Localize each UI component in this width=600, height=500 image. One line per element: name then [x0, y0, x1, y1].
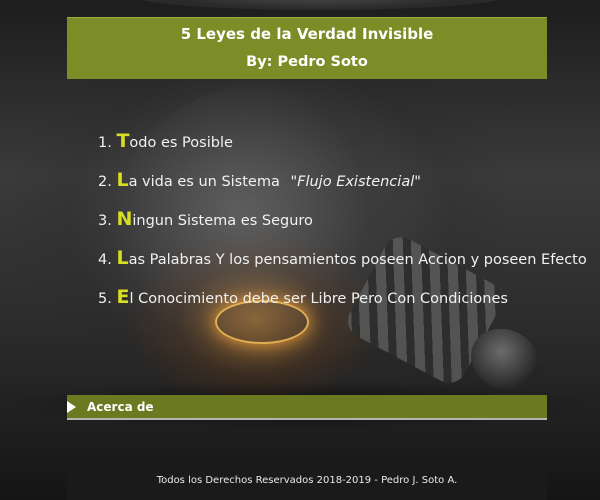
page-header: 5 Leyes de la Verdad Invisible By: Pedro…: [67, 17, 547, 79]
list-item: 3. Ningun Sistema es Seguro: [98, 204, 587, 243]
list-item-number: 2.: [98, 174, 112, 190]
list-item-text: odo es Posible: [129, 135, 233, 151]
copyright-text: Todos los Derechos Reservados 2018-2019 …: [156, 475, 458, 486]
page-footer: Todos los Derechos Reservados 2018-2019 …: [67, 462, 547, 500]
about-toggle[interactable]: Acerca de: [67, 395, 547, 420]
list-item-quote: "Flujo Existencial": [290, 174, 421, 190]
list-item-text: l Conocimiento debe ser Libre Pero Con C…: [129, 291, 508, 307]
list-item-text: ingun Sistema es Seguro: [132, 213, 313, 229]
laws-list: 1. Todo es Posible 2. La vida es un Sist…: [98, 126, 587, 321]
author-byline: By: Pedro Soto: [246, 54, 368, 70]
list-item-number: 1.: [98, 135, 112, 151]
page-title: 5 Leyes de la Verdad Invisible: [180, 25, 434, 43]
list-item-initial: T: [116, 130, 130, 152]
list-item-number: 5.: [98, 291, 112, 307]
list-item: 2. La vida es un Sistema "Flujo Existenc…: [98, 165, 587, 204]
list-item-number: 4.: [98, 252, 112, 268]
list-item-initial: N: [116, 208, 133, 230]
about-label: Acerca de: [87, 399, 154, 414]
list-item: 4. Las Palabras Y los pensamientos posee…: [98, 243, 587, 282]
list-item-number: 3.: [98, 213, 112, 229]
list-item-initial: L: [116, 169, 129, 191]
play-triangle-icon: [67, 400, 76, 413]
background-bulb-top: [130, 0, 510, 10]
list-item-text: as Palabras Y los pensamientos poseen Ac…: [128, 252, 587, 268]
list-item: 1. Todo es Posible: [98, 126, 587, 165]
list-item: 5. El Conocimiento debe ser Libre Pero C…: [98, 282, 587, 321]
list-item-initial: E: [116, 286, 130, 308]
list-item-initial: L: [116, 247, 129, 269]
list-item-text: a vida es un Sistema: [128, 174, 280, 190]
